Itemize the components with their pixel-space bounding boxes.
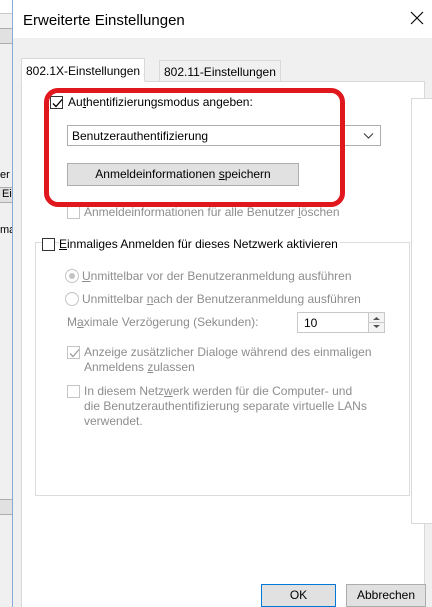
underlying-panel-edge xyxy=(411,98,432,524)
close-icon xyxy=(410,11,424,25)
background-text: Ei xyxy=(2,188,12,200)
spinner-buttons[interactable] xyxy=(368,313,384,332)
max-delay-value: 10 xyxy=(304,316,318,330)
title-bar: Erweiterte Einstellungen xyxy=(13,0,432,38)
advanced-settings-dialog: Erweiterte Einstellungen 802.1X-Einstell… xyxy=(12,0,432,607)
ok-button[interactable]: OK xyxy=(261,584,336,607)
cancel-button[interactable]: Abbrechen xyxy=(346,584,426,607)
close-button[interactable] xyxy=(409,10,425,26)
highlight-annotation xyxy=(44,88,345,207)
delete-credentials-checkbox[interactable] xyxy=(67,206,80,219)
dialog-title: Erweiterte Einstellungen xyxy=(23,12,185,29)
sso-before-logon-label: Unmittelbar vor der Benutzeranmeldung au… xyxy=(82,269,352,283)
spinner-up-down-icon xyxy=(369,317,384,328)
sso-before-logon-radio[interactable] xyxy=(65,269,79,283)
sso-checkbox[interactable] xyxy=(42,238,55,251)
sso-after-logon-radio[interactable] xyxy=(65,292,79,306)
sso-label: Einmaliges Anmelden für dieses Netzwerk … xyxy=(59,237,340,251)
tab-8021x[interactable]: 802.1X-Einstellungen xyxy=(21,58,146,82)
additional-dialogs-checkbox[interactable] xyxy=(67,346,80,359)
tab-80211[interactable]: 802.11-Einstellungen xyxy=(159,60,281,82)
max-delay-label: Maximale Verzögerung (Sekunden): xyxy=(67,315,259,329)
separate-vlan-checkbox[interactable] xyxy=(67,385,80,398)
max-delay-spinner[interactable]: 10 xyxy=(297,312,385,333)
delete-credentials-label: Anmeldeinformationen für alle Benutzer l… xyxy=(84,205,340,219)
sso-after-logon-label: Unmittelbar nach der Benutzeranmeldung a… xyxy=(82,292,361,306)
additional-dialogs-label: Anzeige zusätzlicher Dialoge während des… xyxy=(84,345,372,374)
chevron-down-icon xyxy=(363,133,374,139)
radio-dot xyxy=(69,273,75,279)
separate-vlan-label: In diesem Netzwerk werden für die Comput… xyxy=(84,384,367,428)
background-text: er xyxy=(0,169,10,181)
checkmark-icon xyxy=(69,349,80,358)
